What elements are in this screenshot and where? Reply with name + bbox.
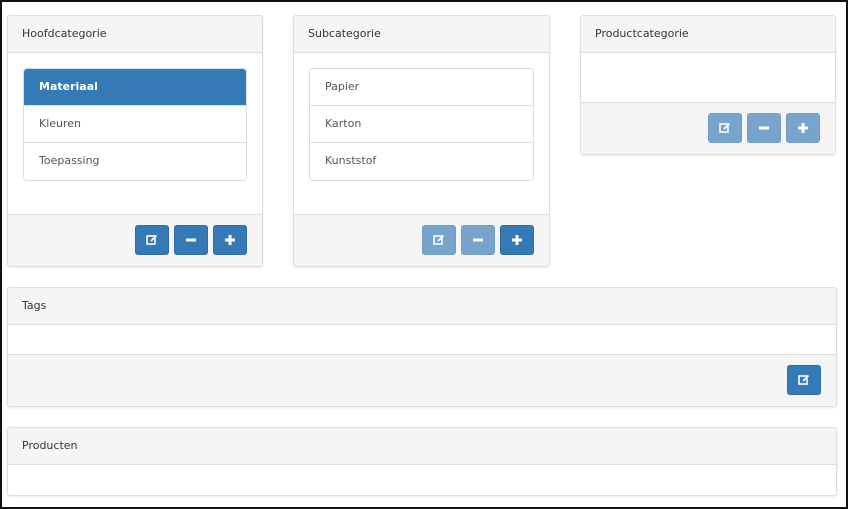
list-item-kunststof[interactable]: Kunststof: [310, 143, 533, 180]
button-group: [708, 113, 820, 143]
panel-footer: [581, 102, 835, 154]
minus-button[interactable]: [747, 113, 781, 143]
panel-tags: Tags: [7, 287, 837, 407]
panel-body: Papier Karton Kunststof: [294, 53, 549, 214]
plus-button[interactable]: [213, 225, 247, 255]
edit-button[interactable]: [135, 225, 169, 255]
plus-icon: [512, 235, 522, 245]
panel-hoofdcategorie: Hoofdcategorie Materiaal Kleuren Toepass…: [7, 15, 263, 267]
panel-heading: Productcategorie: [581, 16, 835, 53]
edit-icon: [719, 122, 731, 133]
panel-body: [581, 53, 835, 102]
edit-icon: [433, 234, 445, 245]
list-item-toepassing[interactable]: Toepassing: [24, 143, 246, 180]
minus-icon: [186, 238, 196, 242]
button-group: [787, 365, 821, 395]
edit-button[interactable]: [708, 113, 742, 143]
panel-heading: Tags: [8, 288, 836, 325]
panel-footer: [8, 354, 836, 406]
list-item-papier[interactable]: Papier: [310, 69, 533, 106]
subcategorie-list: Papier Karton Kunststof: [309, 68, 534, 181]
edit-button[interactable]: [787, 365, 821, 395]
plus-button[interactable]: [786, 113, 820, 143]
panel-footer: [294, 214, 549, 266]
panel-subcategorie: Subcategorie Papier Karton Kunststof: [293, 15, 550, 267]
panel-productcategorie: Productcategorie: [580, 15, 836, 155]
list-item-kleuren[interactable]: Kleuren: [24, 106, 246, 143]
button-group: [422, 225, 534, 255]
edit-icon: [146, 234, 158, 245]
panel-heading: Hoofdcategorie: [8, 16, 262, 53]
panel-heading: Producten: [8, 428, 836, 465]
edit-button[interactable]: [422, 225, 456, 255]
panel-body: [8, 325, 836, 354]
minus-button[interactable]: [174, 225, 208, 255]
minus-button[interactable]: [461, 225, 495, 255]
list-item-karton[interactable]: Karton: [310, 106, 533, 143]
panel-footer: [8, 214, 262, 266]
panel-body: [8, 465, 836, 495]
button-group: [135, 225, 247, 255]
panel-heading: Subcategorie: [294, 16, 549, 53]
minus-icon: [473, 238, 483, 242]
edit-icon: [798, 374, 810, 385]
plus-icon: [225, 235, 235, 245]
list-item-materiaal[interactable]: Materiaal: [24, 69, 246, 106]
plus-button[interactable]: [500, 225, 534, 255]
hoofdcategorie-list: Materiaal Kleuren Toepassing: [23, 68, 247, 181]
plus-icon: [798, 123, 808, 133]
panel-producten: Producten: [7, 427, 837, 496]
panel-body: Materiaal Kleuren Toepassing: [8, 53, 262, 214]
minus-icon: [759, 126, 769, 130]
